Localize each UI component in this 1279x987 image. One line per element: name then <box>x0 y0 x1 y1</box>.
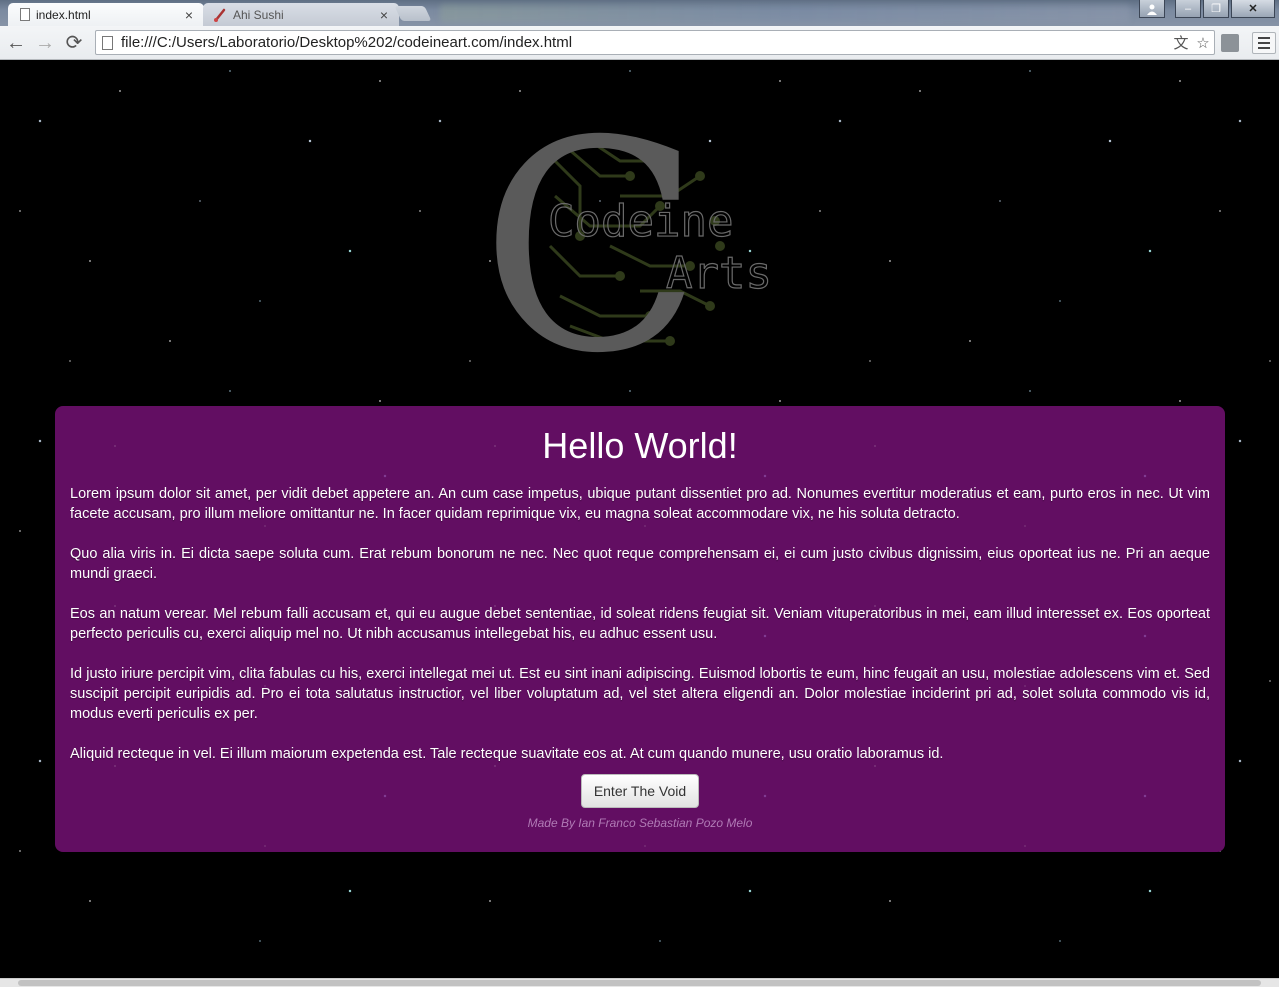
user-icon[interactable] <box>1139 0 1165 18</box>
translate-icon[interactable]: 文 <box>1170 32 1192 53</box>
address-bar[interactable]: file:///C:/Users/Laboratorio/Desktop%202… <box>95 30 1215 55</box>
paragraph: Aliquid recteque in vel. Ei illum maioru… <box>70 746 944 762</box>
horizontal-scrollbar[interactable] <box>0 978 1279 987</box>
back-icon[interactable]: ← <box>4 31 28 55</box>
reload-icon[interactable]: ⟳ <box>62 31 86 55</box>
forward-icon[interactable]: → <box>33 31 57 55</box>
scrollbar-thumb[interactable] <box>18 980 1261 986</box>
author-credit: Made By Ian Franco Sebastian Pozo Melo <box>527 816 753 830</box>
browser-toolbar: ← → ⟳ file:///C:/Users/Laboratorio/Deskt… <box>0 26 1279 60</box>
window-close-button[interactable]: ✕ <box>1231 0 1275 18</box>
extension-icon[interactable] <box>1221 34 1239 52</box>
logo-word-arts: Arts <box>666 248 772 299</box>
close-icon[interactable]: × <box>377 7 391 23</box>
minimize-button[interactable]: – <box>1175 0 1201 18</box>
blurred-background <box>440 4 1130 22</box>
paragraph: Lorem ipsum dolor sit amet, per vidit de… <box>70 486 1210 522</box>
paragraph: Quo alia viris in. Ei dicta saepe soluta… <box>70 546 1210 582</box>
paragraph: Eos an natum verear. Mel rebum falli acc… <box>70 606 1210 642</box>
tab-ahi-sushi[interactable]: Ahi Sushi × <box>203 3 399 26</box>
page-icon <box>102 35 113 50</box>
page-viewport: C Codeine Arts Hello World! Lorem ipsum … <box>0 61 1279 978</box>
maximize-button[interactable]: ❐ <box>1203 0 1229 18</box>
bookmark-star-icon[interactable]: ☆ <box>1192 34 1214 52</box>
url-text[interactable]: file:///C:/Users/Laboratorio/Desktop%202… <box>121 34 1170 51</box>
close-icon[interactable]: × <box>182 7 196 23</box>
codeine-arts-logo: C Codeine Arts <box>480 116 773 361</box>
tab-label: index.html <box>36 7 91 22</box>
window-controls: – ❐ ✕ <box>1139 0 1275 18</box>
enter-the-void-button[interactable]: Enter The Void <box>580 774 700 808</box>
page-title: Hello World! <box>542 425 738 466</box>
tab-index[interactable]: index.html × <box>8 3 204 26</box>
button-container: Enter The Void <box>70 774 1210 808</box>
content-panel: Hello World! Lorem ipsum dolor sit amet,… <box>55 406 1225 852</box>
logo-word-codeine: Codeine <box>548 196 733 247</box>
tab-label: Ahi Sushi <box>233 7 284 22</box>
new-tab-button[interactable] <box>394 6 432 21</box>
tab-strip: index.html × Ahi Sushi × – ❐ ✕ <box>0 0 1279 26</box>
menu-button[interactable] <box>1252 32 1276 54</box>
page-icon <box>20 8 30 21</box>
brush-favicon-icon <box>213 8 227 22</box>
paragraph: Id justo iriure percipit vim, clita fabu… <box>70 666 1210 722</box>
